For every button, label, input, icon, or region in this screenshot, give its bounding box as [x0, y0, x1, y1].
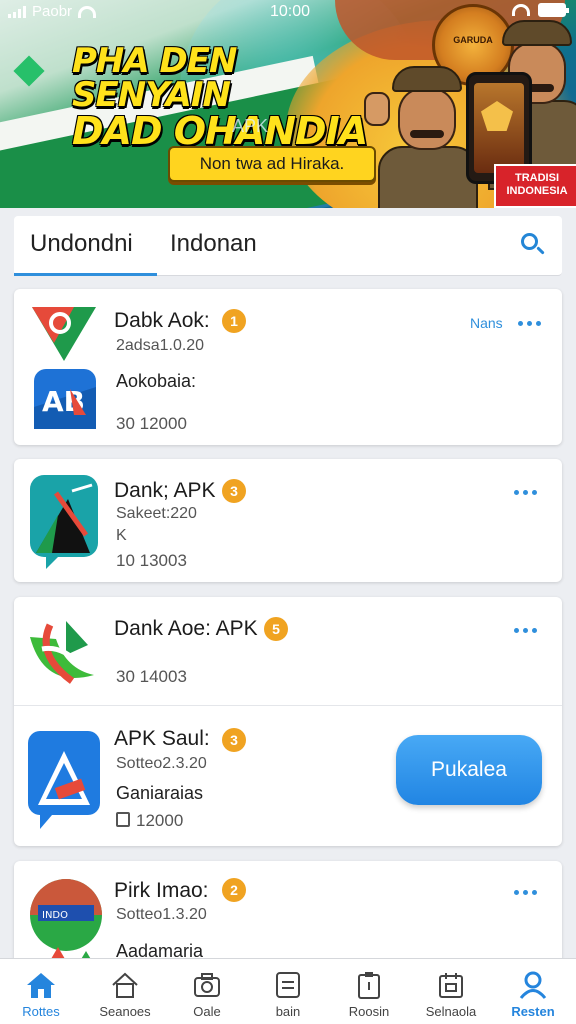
- battery-icon: [538, 3, 569, 17]
- status-time: 10:00: [270, 3, 311, 20]
- tab-undondni[interactable]: Undondni: [30, 230, 133, 258]
- more-options-icon[interactable]: [514, 890, 537, 895]
- banner-cta-button[interactable]: Non twa ad Hiraka.: [168, 146, 376, 182]
- app-download-count: 30 14003: [116, 667, 187, 686]
- nav-item-oale[interactable]: Oale: [166, 959, 248, 1024]
- more-label[interactable]: Nans: [470, 315, 503, 331]
- active-tab-indicator: [14, 273, 157, 276]
- app-card[interactable]: AB Dabk Aok: 1 2adsa1.0.20 Aokobaia: 30 …: [14, 289, 562, 445]
- checkbox-icon[interactable]: [116, 812, 130, 827]
- row-divider: [14, 705, 562, 706]
- app-title[interactable]: Dank Aoe: APK: [114, 617, 258, 641]
- app-title[interactable]: APK Saul:: [114, 727, 210, 751]
- app-extra-info: K: [116, 527, 127, 544]
- nav-label: Seanoes: [99, 1004, 151, 1019]
- app-download-count: 12000: [116, 811, 183, 831]
- app-version: 2adsa1.0.20: [116, 337, 205, 354]
- banner-headline-line2: DAD OHANDIA: [72, 109, 368, 153]
- nav-item-rottes[interactable]: Rottes: [0, 959, 82, 1024]
- app-card[interactable]: INDO Pirk Imao: 2 Sotteo1.3.20 Aadamaria: [14, 861, 562, 971]
- thumbs-up-icon: [364, 92, 390, 126]
- banner-watermark: APK: [232, 116, 269, 136]
- nav-item-resten[interactable]: Resten: [492, 959, 574, 1024]
- app-badge: 1: [222, 309, 246, 333]
- nav-label: Resten: [511, 1004, 555, 1019]
- app-icon-warning-triangle: [28, 731, 100, 829]
- wifi-icon: [512, 4, 530, 16]
- bottom-navigation: Rottes Seanoes Oale bain Roosin Selnaola…: [0, 958, 576, 1024]
- list-icon: [276, 972, 300, 998]
- app-badge: 5: [264, 617, 288, 641]
- home-icon: [27, 973, 55, 998]
- status-bar: Paobr 10:00: [0, 0, 576, 24]
- banner-sparkle-icon: [13, 55, 45, 87]
- app-version: Sotteo1.3.20: [116, 906, 207, 923]
- promo-banner[interactable]: PHA DEN SENYAIN DAD OHANDIA APK Non twa …: [0, 0, 576, 208]
- app-title[interactable]: Dank; APK: [114, 479, 216, 503]
- app-icon-red-triangle: [32, 307, 96, 361]
- camera-icon: [194, 973, 220, 997]
- app-badge: 3: [222, 479, 246, 503]
- app-description: Ganiaraias: [116, 783, 204, 803]
- app-icon-ab: AB: [34, 369, 96, 429]
- app-icon-flag-circle: INDO: [30, 879, 102, 971]
- nav-label: Roosin: [348, 1004, 390, 1019]
- app-download-count: 10 13003: [116, 551, 187, 570]
- app-title[interactable]: Dabk Aok:: [114, 309, 210, 333]
- app-card[interactable]: Dank; APK 3 Sakeet:220 K 10 13003: [14, 459, 562, 582]
- nav-item-roosin[interactable]: Roosin: [328, 959, 410, 1024]
- banner-headline: PHA DEN SENYAIN DAD OHANDIA: [72, 44, 372, 150]
- profile-icon: [519, 971, 547, 999]
- app-download-count-value: 12000: [136, 811, 184, 830]
- tab-bar: Undondni Indonan: [14, 216, 562, 276]
- app-version: Sakeet:220: [116, 505, 197, 522]
- app-secondary-title: Aokobaia:: [116, 371, 197, 391]
- clipboard-icon: [358, 972, 380, 999]
- app-badge: 3: [222, 728, 246, 752]
- nav-label: bain: [275, 1004, 301, 1019]
- calendar-icon: [439, 973, 463, 998]
- nav-label: Rottes: [22, 1004, 60, 1019]
- banner-headline-line1: PHA DEN SENYAIN: [72, 41, 237, 115]
- nav-item-seanoes[interactable]: Seanoes: [84, 959, 166, 1024]
- house-outline-icon: [112, 972, 138, 998]
- banner-tag: TRADISI INDONESIA: [494, 164, 576, 208]
- app-version: Sotteo2.3.20: [116, 755, 207, 772]
- svg-text:INDO: INDO: [42, 910, 68, 921]
- signal-icon: [8, 5, 26, 18]
- nav-item-selnaola[interactable]: Selnaola: [410, 959, 492, 1024]
- app-card-group: Dank Aoe: APK 5 30 14003 APK Saul: 3 Sot…: [14, 597, 562, 846]
- more-options-icon[interactable]: [514, 490, 537, 495]
- app-title[interactable]: Pirk Imao:: [114, 879, 209, 903]
- more-options-icon[interactable]: [514, 628, 537, 633]
- more-options-icon[interactable]: [518, 321, 541, 326]
- app-download-count: 30 12000: [116, 414, 187, 433]
- wifi-icon: [78, 5, 97, 18]
- nav-label: Selnaola: [425, 1004, 477, 1019]
- nav-label: Oale: [193, 1004, 221, 1019]
- nav-item-bain[interactable]: bain: [247, 959, 329, 1024]
- carrier-name: Paobr: [32, 3, 73, 20]
- app-icon-triangle-teal: [30, 475, 98, 569]
- app-badge: 2: [222, 878, 246, 902]
- search-icon[interactable]: [518, 230, 548, 260]
- tab-indonan[interactable]: Indonan: [170, 230, 257, 258]
- primary-action-button[interactable]: Pukalea: [396, 735, 542, 805]
- app-icon-swoosh: [30, 621, 94, 684]
